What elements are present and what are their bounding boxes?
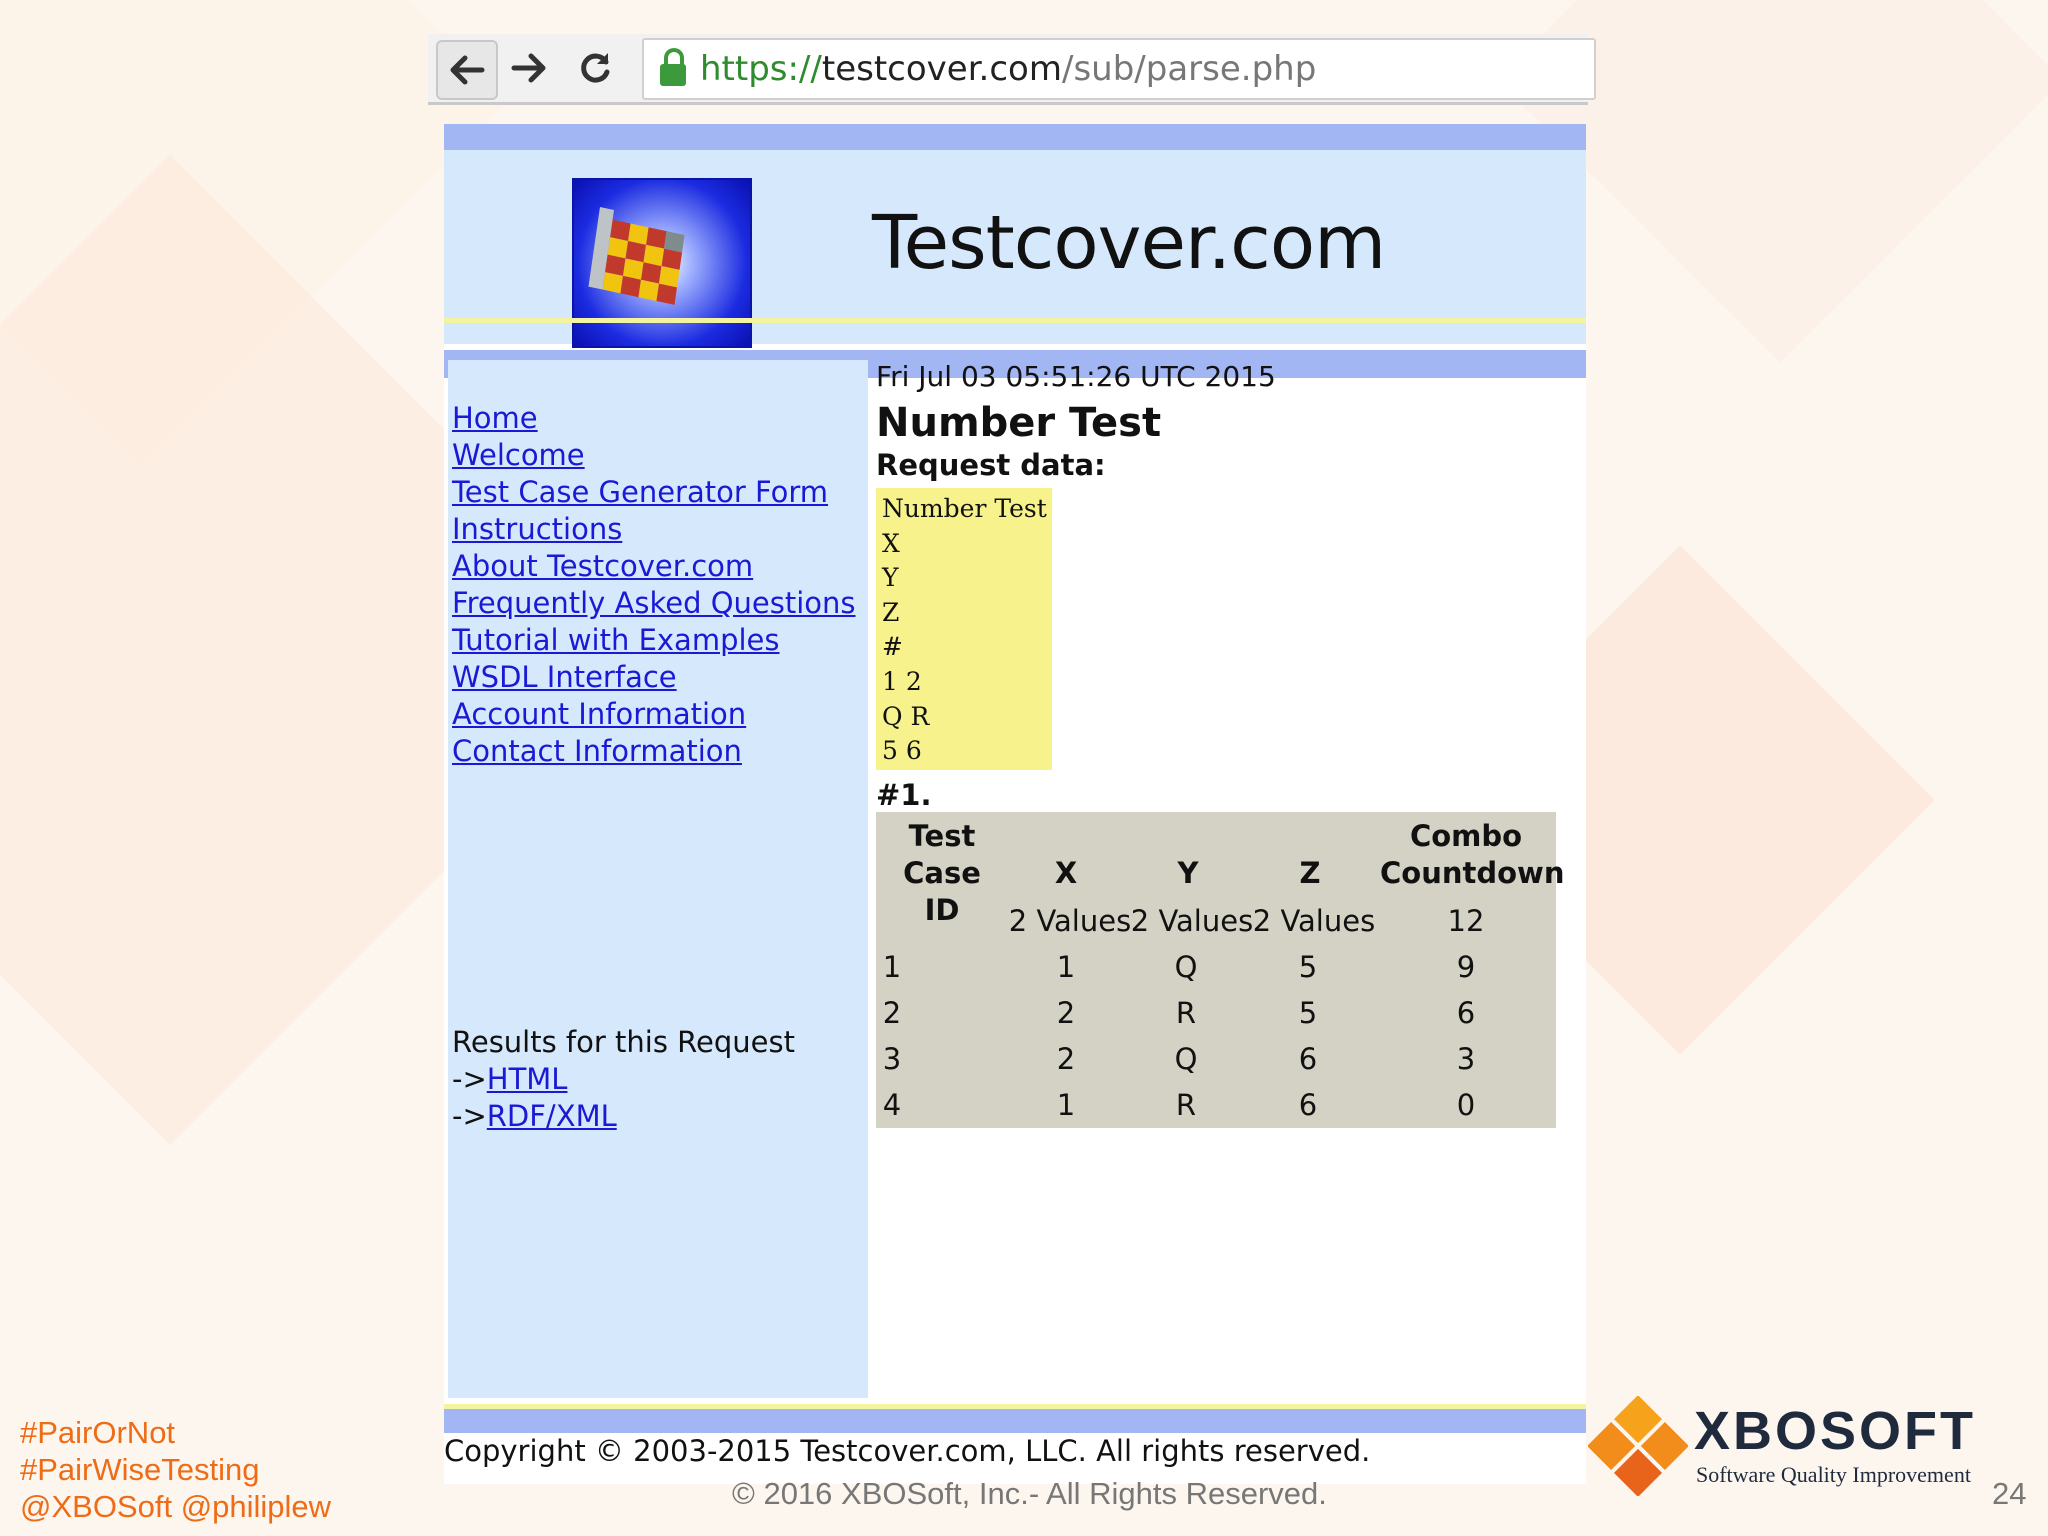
- cell-countdown: 6: [1456, 996, 1476, 1030]
- hashtag: #PairWiseTesting: [20, 1452, 260, 1487]
- cell-id: 1: [882, 950, 902, 984]
- cell-y: Q: [1174, 1042, 1198, 1076]
- cell-z: 5: [1298, 996, 1318, 1030]
- request-line: 1 2: [882, 666, 922, 696]
- header-test-case-id: Test Case ID: [882, 818, 1002, 929]
- results-rdf-link[interactable]: RDF/XML: [487, 1099, 617, 1133]
- lock-icon: [660, 48, 686, 86]
- header-x: X: [1054, 856, 1078, 890]
- reload-icon[interactable]: [566, 40, 624, 96]
- header-y: Y: [1177, 856, 1199, 890]
- values-y: 2 Values: [1130, 904, 1254, 938]
- results-html-row: ->HTML: [452, 1061, 795, 1098]
- cell-y: R: [1175, 996, 1197, 1030]
- hashtags: #PairOrNot #PairWiseTesting @XBOSoft @ph…: [20, 1414, 331, 1525]
- request-label: Request data:: [876, 448, 1106, 482]
- nav-link-about[interactable]: About Testcover.com: [452, 548, 856, 585]
- nav-link-wsdl[interactable]: WSDL Interface: [452, 659, 856, 696]
- request-data-box: Number Test X Y Z # 1 2 Q R 5 6: [876, 488, 1052, 770]
- url-host: testcover.com: [821, 49, 1062, 89]
- brand-name: XBOSOFT: [1694, 1401, 1977, 1461]
- results-rdf-row: ->RDF/XML: [452, 1098, 795, 1135]
- header-line: Combo: [1409, 819, 1523, 853]
- cell-y: Q: [1174, 950, 1198, 984]
- header-combo-countdown: Combo Countdown: [1380, 818, 1565, 892]
- cell-y: R: [1175, 1088, 1197, 1122]
- request-line: Z: [882, 597, 900, 627]
- cell-id: 4: [882, 1088, 902, 1122]
- cell-id: 3: [882, 1042, 902, 1076]
- browser-toolbar: https://testcover.com/sub/parse.php: [428, 34, 1596, 105]
- nav-link-home[interactable]: Home: [452, 400, 856, 437]
- cell-x: 2: [1056, 996, 1076, 1030]
- nav-link-account[interactable]: Account Information: [452, 696, 856, 733]
- url-path: /sub/parse.php: [1061, 49, 1317, 89]
- cell-countdown: 3: [1456, 1042, 1476, 1076]
- hashtag: @XBOSoft @philiplew: [20, 1489, 332, 1524]
- result-set-label: #1.: [876, 778, 932, 812]
- results-panel: Results for this Request ->HTML ->RDF/XM…: [452, 1024, 795, 1135]
- header-line: Case ID: [903, 856, 981, 927]
- cell-x: 2: [1056, 1042, 1076, 1076]
- nav-list: Home Welcome Test Case Generator Form In…: [452, 400, 856, 770]
- arrow-prefix: ->: [452, 1099, 487, 1133]
- request-line: Q R: [882, 701, 930, 731]
- result-table: Test Case ID X Y Z Combo Countdown 2 Val…: [876, 812, 1565, 1128]
- nav-link-faq[interactable]: Frequently Asked Questions: [452, 585, 856, 622]
- arrow-prefix: ->: [452, 1062, 487, 1096]
- cell-z: 6: [1298, 1042, 1318, 1076]
- address-bar[interactable]: https://testcover.com/sub/parse.php: [642, 38, 1596, 100]
- values-x: 2 Values: [1008, 904, 1132, 938]
- cell-z: 6: [1298, 1088, 1318, 1122]
- sidebar: Home Welcome Test Case Generator Form In…: [448, 360, 868, 1398]
- slide-copyright: © 2016 XBOSoft, Inc.- All Rights Reserve…: [732, 1476, 1327, 1511]
- header-band: [444, 124, 1586, 150]
- webpage: Testcover.com Home Welcome Test Case Gen…: [444, 124, 1586, 1484]
- site-title: Testcover.com: [872, 200, 1386, 286]
- request-line: #: [882, 632, 903, 662]
- nav-link-tutorial[interactable]: Tutorial with Examples: [452, 622, 856, 659]
- page-heading: Number Test: [876, 400, 1162, 446]
- nav-link-contact[interactable]: Contact Information: [452, 733, 856, 770]
- cell-countdown: 9: [1456, 950, 1476, 984]
- values-z: 2 Values: [1252, 904, 1376, 938]
- xbosoft-brand: XBOSOFT Software Quality Improvement: [1587, 1395, 2008, 1497]
- request-line: Y: [882, 563, 899, 593]
- back-arrow-icon[interactable]: [436, 40, 498, 100]
- results-label: Results for this Request: [452, 1025, 795, 1059]
- brand-tagline: Software Quality Improvement: [1696, 1462, 1971, 1487]
- cell-id: 2: [882, 996, 902, 1030]
- url-scheme: https://: [700, 49, 822, 89]
- results-html-link[interactable]: HTML: [487, 1062, 568, 1096]
- cell-z: 5: [1298, 950, 1318, 984]
- header-line: Countdown: [1380, 856, 1565, 890]
- request-line: 5 6: [882, 736, 922, 766]
- cell-x: 1: [1056, 950, 1076, 984]
- request-line: X: [882, 528, 900, 558]
- timestamp: Fri Jul 03 05:51:26 UTC 2015: [876, 360, 1276, 393]
- nav-link-welcome[interactable]: Welcome: [452, 437, 856, 474]
- forward-arrow-icon[interactable]: [500, 40, 558, 96]
- xbosoft-logo-icon: [1587, 1395, 1689, 1497]
- cell-countdown: 0: [1456, 1088, 1476, 1122]
- site-header: Testcover.com: [444, 150, 1586, 348]
- footer-band: [444, 1404, 1586, 1433]
- request-line: Number Test: [882, 494, 1047, 523]
- values-countdown: 12: [1447, 904, 1485, 938]
- header-z: Z: [1299, 856, 1321, 890]
- hashtag: #PairOrNot: [20, 1415, 176, 1450]
- nav-link-instructions[interactable]: Instructions: [452, 511, 856, 548]
- cell-x: 1: [1056, 1088, 1076, 1122]
- header-line: Test: [908, 819, 976, 853]
- nav-link-test-case-generator[interactable]: Test Case Generator Form: [452, 474, 856, 511]
- header-divider: [444, 318, 1586, 323]
- site-copyright: Copyright © 2003-2015 Testcover.com, LLC…: [444, 1434, 1371, 1468]
